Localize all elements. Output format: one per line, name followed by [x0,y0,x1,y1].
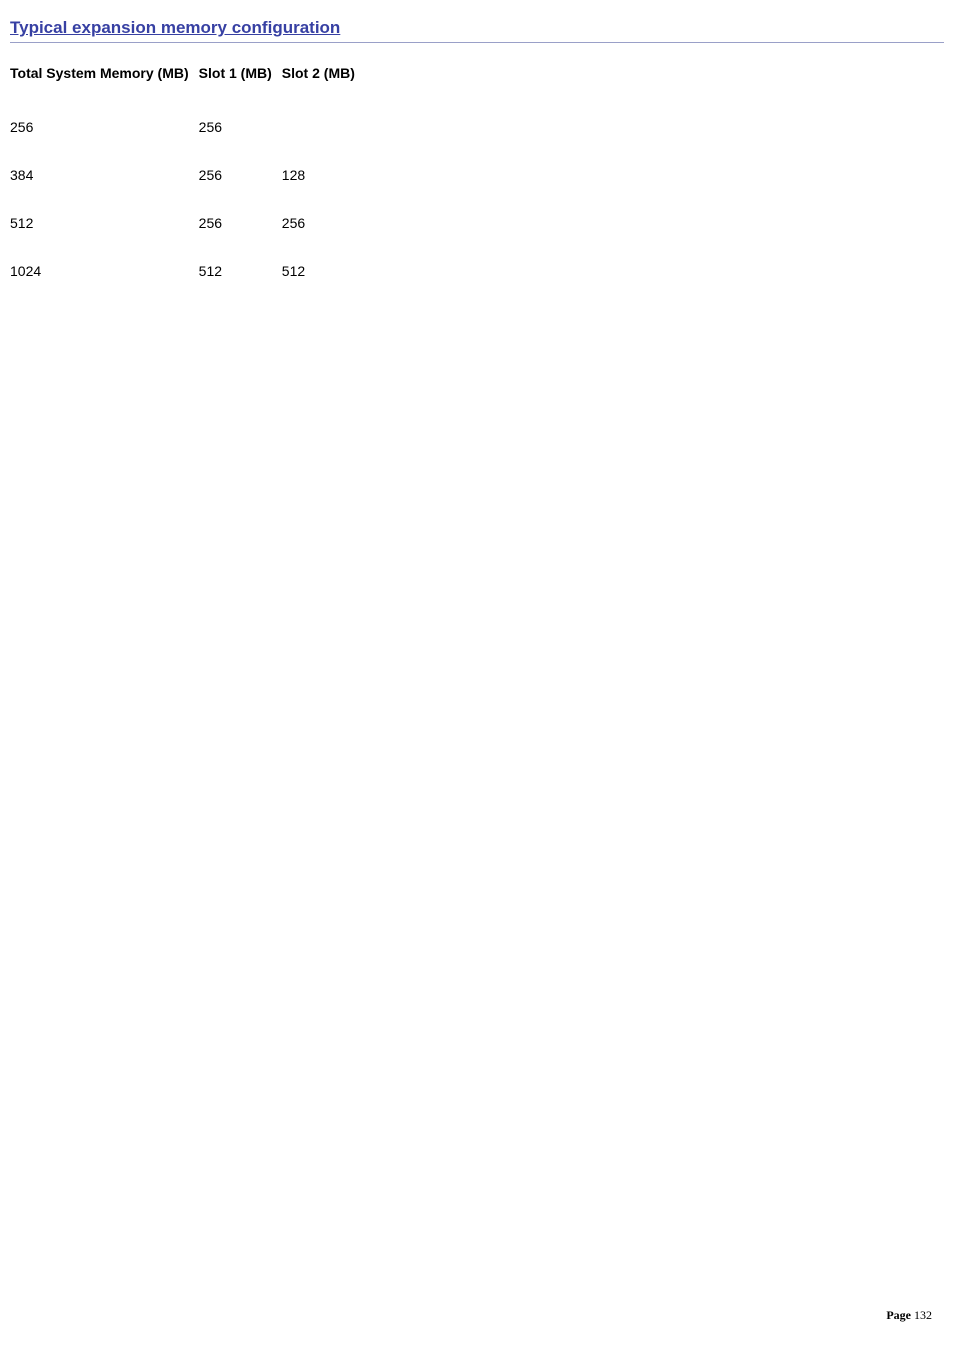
cell-slot1: 512 [199,247,282,295]
cell-total: 256 [10,103,199,151]
cell-slot2 [282,103,365,151]
cell-slot2: 256 [282,199,365,247]
table-row: 1024 512 512 [10,247,365,295]
cell-total: 1024 [10,247,199,295]
cell-slot2: 512 [282,247,365,295]
memory-config-table: Total System Memory (MB) Slot 1 (MB) Slo… [10,65,365,295]
cell-slot1: 256 [199,151,282,199]
page-number: 132 [914,1308,932,1322]
col-header-total: Total System Memory (MB) [10,65,199,103]
col-header-slot2: Slot 2 (MB) [282,65,365,103]
page-label: Page [886,1308,911,1322]
cell-slot1: 256 [199,199,282,247]
cell-total: 512 [10,199,199,247]
col-header-slot1: Slot 1 (MB) [199,65,282,103]
table-row: 384 256 128 [10,151,365,199]
table-header-row: Total System Memory (MB) Slot 1 (MB) Slo… [10,65,365,103]
section-heading: Typical expansion memory configuration [10,18,944,43]
cell-total: 384 [10,151,199,199]
cell-slot2: 128 [282,151,365,199]
cell-slot1: 256 [199,103,282,151]
table-row: 512 256 256 [10,199,365,247]
table-row: 256 256 [10,103,365,151]
page-footer: Page 132 [886,1308,932,1323]
